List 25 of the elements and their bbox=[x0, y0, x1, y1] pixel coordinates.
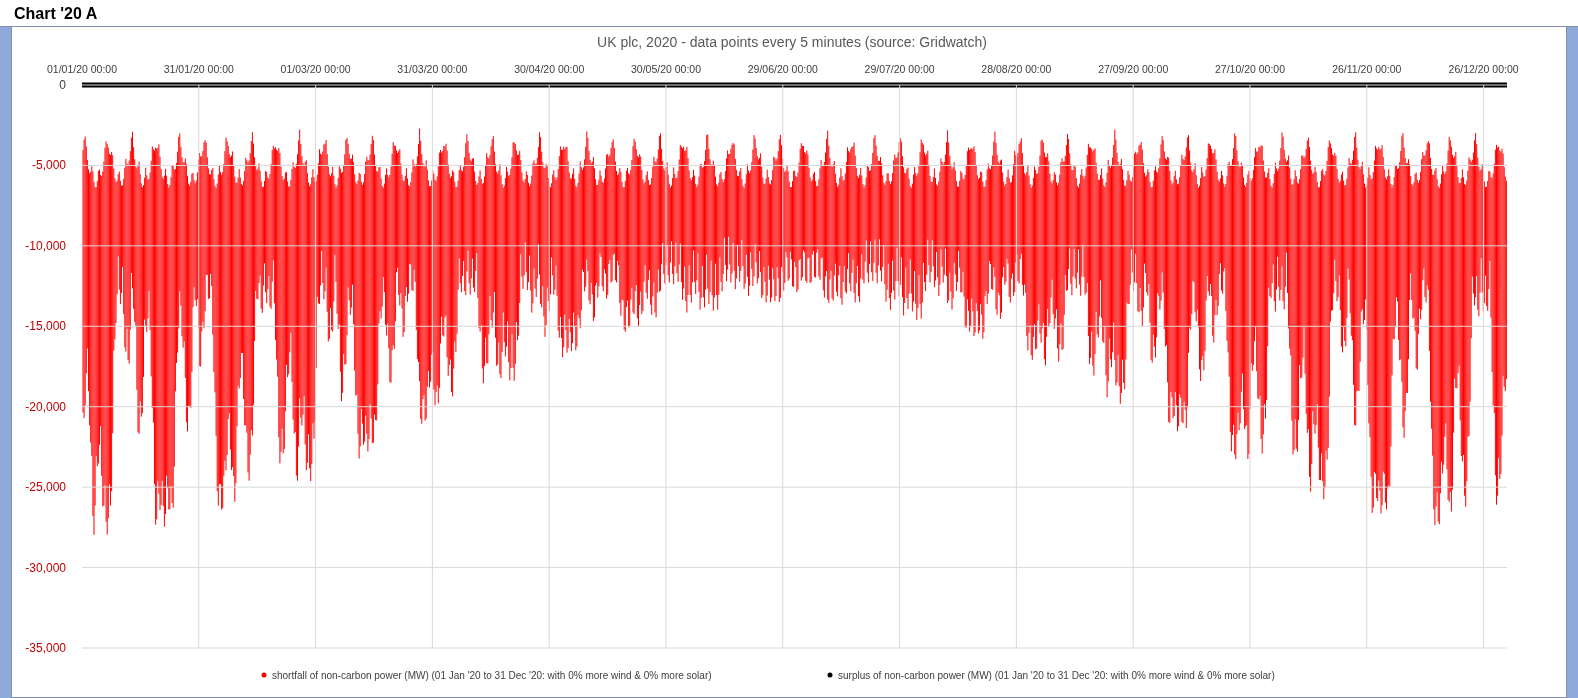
x-tick-label: 27/10/20 00:00 bbox=[1214, 63, 1286, 75]
legend-label: surplus of non-carbon power (MW) (01 Jan '20 to 31 Dec '20: with 0% more wind & 0% more solar) bbox=[838, 670, 1275, 681]
y-tick-label: -10,000 bbox=[25, 238, 66, 253]
x-tick-label: 26/12/20 00:00 bbox=[1448, 63, 1519, 75]
x-tick-label: 01/03/20 00:00 bbox=[280, 63, 351, 75]
x-tick-label: 27/09/20 00:00 bbox=[1098, 63, 1169, 75]
y-tick-label: -20,000 bbox=[25, 399, 66, 414]
y-tick-label: -25,000 bbox=[25, 480, 66, 495]
x-tick-label: 30/05/20 00:00 bbox=[630, 63, 702, 75]
legend-label: shortfall of non-carbon power (MW) (01 Jan '20 to 31 Dec '20: with 0% more wind & 0% more solar) bbox=[272, 670, 712, 681]
x-tick-label: 01/01/20 00:00 bbox=[46, 63, 118, 75]
chart-title: UK plc, 2020 - data points every 5 minutes (source: Gridwatch) bbox=[597, 34, 987, 50]
y-tick-label: -5,000 bbox=[31, 158, 66, 173]
x-tick-label: 28/08/20 00:00 bbox=[981, 63, 1052, 75]
x-tick-label: 31/03/20 00:00 bbox=[397, 63, 468, 75]
sheet-title: Chart '20 A bbox=[13, 4, 99, 24]
y-tick-label: 0 bbox=[59, 78, 66, 92]
y-tick-label: -15,000 bbox=[25, 319, 66, 334]
x-tick-label: 26/11/20 00:00 bbox=[1332, 63, 1402, 75]
x-tick-label: 31/01/20 00:00 bbox=[163, 63, 234, 75]
x-tick-label: 30/04/20 00:00 bbox=[514, 63, 585, 75]
x-tick-label: 29/06/20 00:00 bbox=[747, 63, 818, 75]
y-tick-label: -35,000 bbox=[25, 641, 66, 655]
x-tick-label: 29/07/20 00:00 bbox=[864, 63, 935, 75]
y-tick-label: -30,000 bbox=[25, 560, 66, 575]
